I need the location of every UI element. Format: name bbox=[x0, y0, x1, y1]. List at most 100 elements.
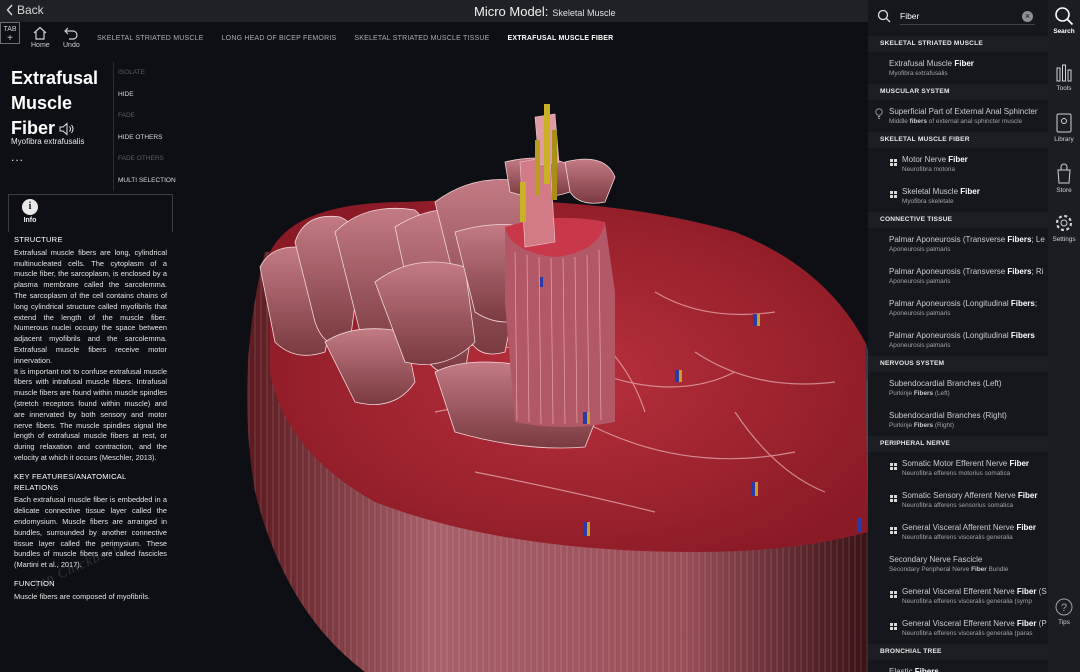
right-nav-rail: Search Tools Library Store Settings ? Ti… bbox=[1048, 0, 1080, 672]
structure-actions-menu: ISOLATE HIDE FADE HIDE OTHERS FADE OTHER… bbox=[113, 62, 176, 191]
result-title: Skeletal Muscle Fiber bbox=[902, 187, 980, 196]
result-title: Elastic Fibers bbox=[889, 667, 939, 672]
result-title-text: Motor Nerve bbox=[902, 155, 949, 164]
breadcrumb: SKELETAL STRIATED MUSCLE LONG HEAD OF BI… bbox=[97, 35, 613, 42]
model-viewport[interactable] bbox=[175, 52, 868, 672]
rail-search-button[interactable]: Search bbox=[1048, 6, 1080, 35]
result-title-text: Superficial Part of External Anal Sphinc… bbox=[889, 107, 1038, 116]
search-result-item[interactable]: Extrafusal Muscle Fiber Myofibra extrafus… bbox=[868, 52, 1048, 84]
search-result-item[interactable]: Subendocardial Branches (Left) Purkinje F… bbox=[868, 372, 1048, 404]
search-result-item[interactable]: Skeletal Muscle Fiber Myofibra skeletale bbox=[868, 180, 1048, 212]
undo-button[interactable]: Undo bbox=[63, 26, 80, 49]
rail-tools-button[interactable]: Tools bbox=[1048, 63, 1080, 92]
result-subtitle-match: Fibers bbox=[913, 390, 934, 397]
search-result-item[interactable]: Palmar Aponeurosis (Longitudinal Fibers A… bbox=[868, 324, 1048, 356]
search-input[interactable] bbox=[900, 8, 1035, 25]
rail-settings-button[interactable]: Settings bbox=[1048, 212, 1080, 243]
result-title-text: Palmar Aponeurosis (Transverse bbox=[889, 267, 1008, 276]
search-result-item[interactable]: Somatic Sensory Afferent Nerve Fiber Neur… bbox=[868, 484, 1048, 516]
clear-search-icon[interactable]: × bbox=[1022, 11, 1033, 22]
back-button[interactable]: Back bbox=[6, 3, 44, 17]
svg-text:?: ? bbox=[1061, 602, 1067, 614]
result-title-match: Fibers bbox=[1007, 267, 1032, 276]
info-tab[interactable]: i Info bbox=[20, 199, 40, 224]
result-subtitle: Neurofibra efferens visceralis generalia… bbox=[902, 598, 1032, 605]
hide-button[interactable]: HIDE bbox=[114, 84, 176, 106]
hide-others-button[interactable]: HIDE OTHERS bbox=[114, 127, 176, 149]
rail-store-label: Store bbox=[1056, 187, 1072, 194]
rail-search-label: Search bbox=[1053, 28, 1075, 35]
result-title-text: Skeletal Muscle bbox=[902, 187, 961, 196]
result-subtitle: Myofibra extrafusalis bbox=[889, 70, 948, 77]
result-title-suffix: ; Le bbox=[1031, 235, 1045, 244]
search-result-item[interactable]: General Visceral Efferent Nerve Fiber (S… bbox=[868, 580, 1048, 612]
rail-store-button[interactable]: Store bbox=[1048, 163, 1080, 194]
search-result-item[interactable]: Superficial Part of External Anal Sphinc… bbox=[868, 100, 1048, 132]
page-title: Micro Model: Skeletal Muscle bbox=[474, 4, 615, 19]
breadcrumb-item[interactable]: SKELETAL STRIATED MUSCLE TISSUE bbox=[354, 35, 489, 42]
result-subtitle: Neurofibra afferens visceralis generalia bbox=[902, 534, 1013, 541]
speaker-icon[interactable] bbox=[59, 121, 77, 136]
search-result-item[interactable]: Secondary Nerve Fascicle Secondary Periph… bbox=[868, 548, 1048, 580]
result-subtitle: Neurofibra motoria bbox=[902, 166, 955, 173]
result-title-match: Fibers bbox=[1007, 235, 1032, 244]
result-title-suffix: ; Ri bbox=[1031, 267, 1044, 276]
result-subtitle-suffix: (Right) bbox=[933, 422, 955, 429]
fade-button: FADE bbox=[118, 112, 135, 119]
result-title-match: Fiber bbox=[1016, 523, 1036, 532]
search-result-item[interactable]: Palmar Aponeurosis (Longitudinal Fibers;… bbox=[868, 292, 1048, 324]
multi-selection-button[interactable]: MULTI SELECTION bbox=[114, 170, 176, 192]
search-result-item[interactable]: Elastic Fibers bbox=[868, 660, 1048, 672]
search-result-item[interactable]: General Visceral Afferent Nerve Fiber Neu… bbox=[868, 516, 1048, 548]
result-subtitle-text: Aponeurosis palmaris bbox=[889, 278, 951, 285]
breadcrumb-item[interactable]: LONG HEAD OF BICEP FEMORIS bbox=[222, 35, 337, 42]
more-options-button[interactable]: ... bbox=[11, 150, 24, 164]
result-title-match: Fiber bbox=[1009, 459, 1030, 468]
result-title: Subendocardial Branches (Left) bbox=[889, 379, 1002, 388]
result-title-match: Fiber bbox=[948, 155, 968, 164]
search-result-item[interactable]: General Visceral Efferent Nerve Fiber (P… bbox=[868, 612, 1048, 644]
breadcrumb-item[interactable]: SKELETAL STRIATED MUSCLE bbox=[97, 35, 204, 42]
breadcrumb-item-current: EXTRAFUSAL MUSCLE FIBER bbox=[507, 35, 614, 42]
search-result-item[interactable]: Palmar Aponeurosis (Transverse Fibers; R… bbox=[868, 260, 1048, 292]
result-subtitle-text: Myofibra extrafusalis bbox=[889, 70, 948, 77]
features-heading: KEY FEATURES/ANATOMICAL RELATIONS bbox=[14, 471, 127, 492]
result-title-text: Subendocardial Branches (Left) bbox=[889, 379, 1002, 388]
lightbulb-icon bbox=[875, 108, 883, 119]
structure-group-icon bbox=[890, 463, 897, 470]
search-result-item[interactable]: Motor Nerve Fiber Neurofibra motoria bbox=[868, 148, 1048, 180]
result-subtitle-match: Fibers bbox=[913, 422, 934, 429]
search-result-item[interactable]: Palmar Aponeurosis (Transverse Fibers; L… bbox=[868, 228, 1048, 260]
top-bar: Back Micro Model: Skeletal Muscle bbox=[0, 0, 868, 22]
result-title-match: Fiber bbox=[954, 59, 974, 68]
result-subtitle-suffix: of external anal sphincter muscle bbox=[927, 118, 1023, 125]
result-subtitle-text: Neurofibra motoria bbox=[902, 166, 955, 173]
home-label: Home bbox=[31, 42, 50, 49]
search-result-item[interactable]: Somatic Motor Efferent Nerve Fiber Neurof… bbox=[868, 452, 1048, 484]
result-title-text: Palmar Aponeurosis (Longitudinal bbox=[889, 299, 1011, 308]
muscle-model-render[interactable] bbox=[175, 52, 868, 672]
result-title-suffix: (S bbox=[1036, 587, 1047, 596]
result-title: Somatic Sensory Afferent Nerve Fiber bbox=[902, 491, 1037, 500]
result-title-text: Subendocardial Branches (Right) bbox=[889, 411, 1007, 420]
rail-library-button[interactable]: Library bbox=[1048, 112, 1080, 143]
result-title-match: Fibers bbox=[1010, 299, 1035, 308]
chevron-left-icon bbox=[6, 4, 13, 16]
structure-heading: STRUCTURE bbox=[14, 235, 63, 244]
structure-title-line: Extrafusal bbox=[11, 68, 99, 88]
result-subtitle: Secondary Peripheral Nerve Fiber Bundle bbox=[889, 566, 1008, 573]
home-icon bbox=[33, 26, 47, 40]
result-title: General Visceral Efferent Nerve Fiber (S bbox=[902, 587, 1047, 596]
back-label: Back bbox=[17, 3, 44, 17]
plus-icon: + bbox=[7, 33, 13, 44]
rail-library-label: Library bbox=[1054, 136, 1074, 143]
result-title: Palmar Aponeurosis (Transverse Fibers; R… bbox=[889, 267, 1043, 276]
home-button[interactable]: Home bbox=[31, 26, 50, 49]
rail-tools-label: Tools bbox=[1056, 85, 1072, 92]
tab-toggle-button[interactable]: TAB + bbox=[0, 22, 20, 44]
rail-tips-label: Tips bbox=[1058, 619, 1070, 626]
rail-tips-button[interactable]: ? Tips bbox=[1048, 597, 1080, 626]
search-result-item[interactable]: Subendocardial Branches (Right) Purkinje … bbox=[868, 404, 1048, 436]
result-subtitle: Purkinje Fibers (Right) bbox=[889, 422, 954, 429]
result-title-suffix: ; bbox=[1034, 299, 1038, 308]
